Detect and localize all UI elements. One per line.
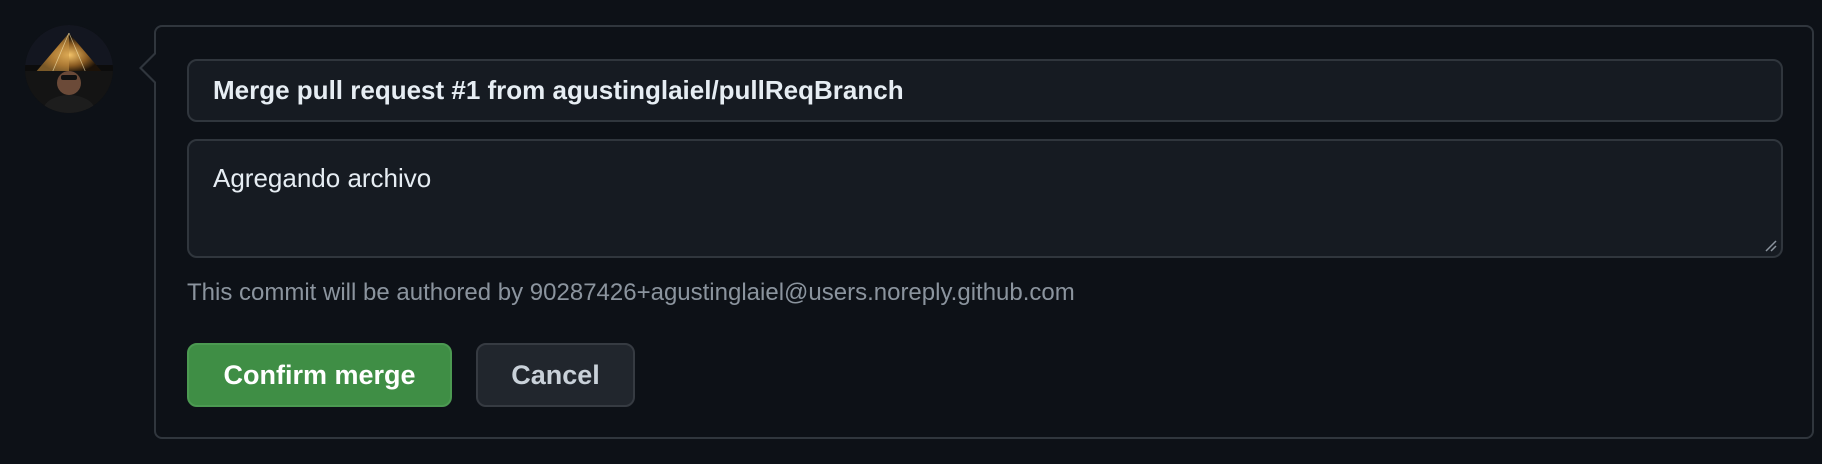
avatar-photo-icon [25,25,113,113]
commit-message-textarea[interactable]: Agregando archivo [187,139,1783,258]
author-email-note: This commit will be authored by 90287426… [187,279,1075,306]
commit-message-text: Agregando archivo [213,163,432,193]
confirm-merge-button[interactable]: Confirm merge [187,343,452,407]
cancel-button[interactable]: Cancel [476,343,635,407]
merge-commit-area: Merge pull request #1 from agustinglaiel… [0,0,1822,464]
resize-grip-icon[interactable] [1763,238,1777,252]
speech-caret-fill [142,54,156,82]
commit-title-input[interactable]: Merge pull request #1 from agustinglaiel… [187,59,1783,122]
user-avatar[interactable] [25,25,113,113]
